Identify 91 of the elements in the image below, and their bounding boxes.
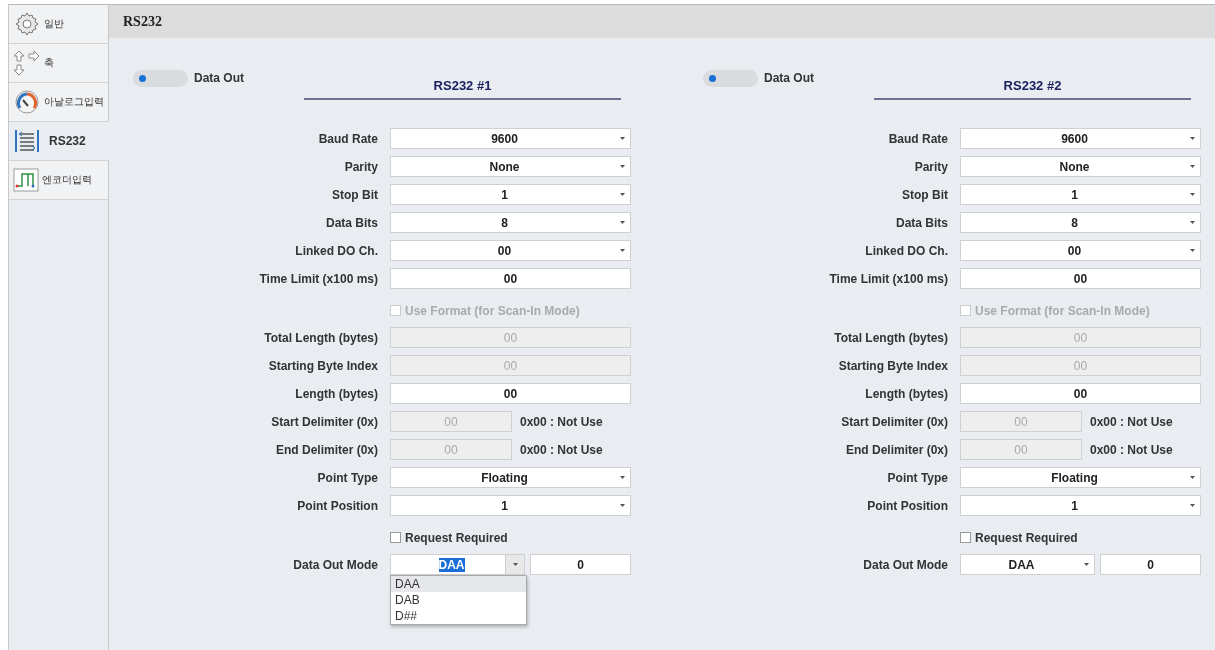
field-label: Start Delimiter (0x)	[840, 414, 948, 429]
caret-icon	[620, 193, 625, 196]
serial-lines-icon	[13, 128, 41, 154]
toggle-switch[interactable]	[133, 70, 188, 87]
sidebar-item[interactable]: 일반	[9, 5, 109, 44]
field-label: Linked DO Ch.	[294, 243, 378, 258]
field-label: Starting Byte Index	[837, 358, 948, 373]
field-label: Data Bits	[895, 215, 948, 230]
field-label: End Delimiter (0x)	[274, 442, 378, 457]
caret-icon	[1190, 193, 1195, 196]
dropdown[interactable]: None	[390, 156, 631, 177]
caret-icon	[620, 249, 625, 252]
caret-icon	[1190, 137, 1195, 140]
caret-icon	[620, 137, 625, 140]
field-label: Baud Rate	[317, 131, 378, 146]
toggle-label: Data Out	[194, 71, 244, 85]
caret-icon	[620, 476, 625, 479]
input-field[interactable]: 0	[1100, 554, 1201, 575]
arrows-icon	[13, 49, 41, 77]
caret-icon	[1190, 221, 1195, 224]
input-field[interactable]: 00	[960, 383, 1201, 404]
input-field[interactable]: 0	[530, 554, 631, 575]
dropdown[interactable]: 9600	[960, 128, 1201, 149]
caret-icon	[512, 563, 518, 566]
dropdown[interactable]: 1	[960, 495, 1201, 516]
dropdown[interactable]: 1	[390, 184, 631, 205]
hint-text: 0x00 : Not Use	[1090, 414, 1173, 429]
caret-icon	[620, 504, 625, 507]
caret-icon	[1190, 476, 1195, 479]
field-label: Data Out Mode	[292, 557, 378, 572]
dropdown[interactable]: DAA	[390, 554, 525, 575]
field-label: Time Limit (x100 ms)	[828, 271, 948, 286]
sidebar-item[interactable]: 축	[9, 44, 109, 83]
pulse-graph-icon	[13, 168, 39, 192]
field-label: Linked DO Ch.	[864, 243, 948, 258]
field-label: Time Limit (x100 ms)	[258, 271, 378, 286]
sidebar-item[interactable]: 엔코더입력	[9, 161, 109, 200]
field-label: Data Out Mode	[862, 557, 948, 572]
field-label: Stop Bit	[901, 187, 948, 202]
section-title: RS232 #1	[304, 70, 621, 100]
dropdown[interactable]: DAA	[960, 554, 1095, 575]
input-field[interactable]: 00	[390, 268, 631, 289]
dropdown[interactable]: Floating	[960, 467, 1201, 488]
field-label: Parity	[913, 159, 948, 174]
field-label: Starting Byte Index	[267, 358, 378, 373]
dropdown[interactable]: 9600	[390, 128, 631, 149]
dropdown-option[interactable]: DAB	[391, 592, 526, 608]
input-field[interactable]: 00	[390, 383, 631, 404]
gear-icon	[13, 11, 41, 37]
field-label: Point Type	[886, 470, 948, 485]
checkbox[interactable]: Request Required	[390, 529, 631, 546]
caret-icon	[1190, 249, 1195, 252]
field-label: Total Length (bytes)	[833, 330, 948, 345]
field-label: Point Type	[316, 470, 378, 485]
dropdown[interactable]: 8	[960, 212, 1201, 233]
caret-icon	[1190, 504, 1195, 507]
field-label: Stop Bit	[331, 187, 378, 202]
dropdown[interactable]: 00	[390, 240, 631, 261]
field-label: Data Bits	[325, 215, 378, 230]
field-label: End Delimiter (0x)	[844, 442, 948, 457]
dropdown[interactable]: None	[960, 156, 1201, 177]
caret-icon	[620, 221, 625, 224]
dropdown-option[interactable]: DAA	[391, 576, 526, 592]
field-label: Point Position	[296, 498, 378, 513]
field-label: Baud Rate	[887, 131, 948, 146]
gauge-icon	[13, 89, 41, 115]
caret-icon	[1190, 165, 1195, 168]
toggle-switch[interactable]	[703, 70, 758, 87]
dropdown[interactable]: Floating	[390, 467, 631, 488]
hint-text: 0x00 : Not Use	[520, 414, 603, 429]
caret-icon	[1084, 563, 1089, 566]
dropdown[interactable]: 00	[960, 240, 1201, 261]
dropdown[interactable]: 1	[390, 495, 631, 516]
toggle-label: Data Out	[764, 71, 814, 85]
dropdown[interactable]: 8	[390, 212, 631, 233]
dropdown[interactable]: 1	[960, 184, 1201, 205]
field-label: Point Position	[866, 498, 948, 513]
field-label: Parity	[343, 159, 378, 174]
caret-icon	[620, 165, 625, 168]
field-label: Total Length (bytes)	[263, 330, 378, 345]
section-title: RS232 #2	[874, 70, 1191, 100]
field-label: Length (bytes)	[294, 386, 378, 401]
field-label: Start Delimiter (0x)	[270, 414, 378, 429]
field-label: Length (bytes)	[864, 386, 948, 401]
dropdown-option[interactable]: D##	[391, 608, 526, 624]
input-field[interactable]: 00	[960, 268, 1201, 289]
hint-text: 0x00 : Not Use	[1090, 442, 1173, 457]
sidebar-item[interactable]: 아날로그입력	[9, 83, 109, 122]
checkbox[interactable]: Request Required	[960, 529, 1201, 546]
page-title: RS232	[123, 13, 162, 30]
hint-text: 0x00 : Not Use	[520, 442, 603, 457]
